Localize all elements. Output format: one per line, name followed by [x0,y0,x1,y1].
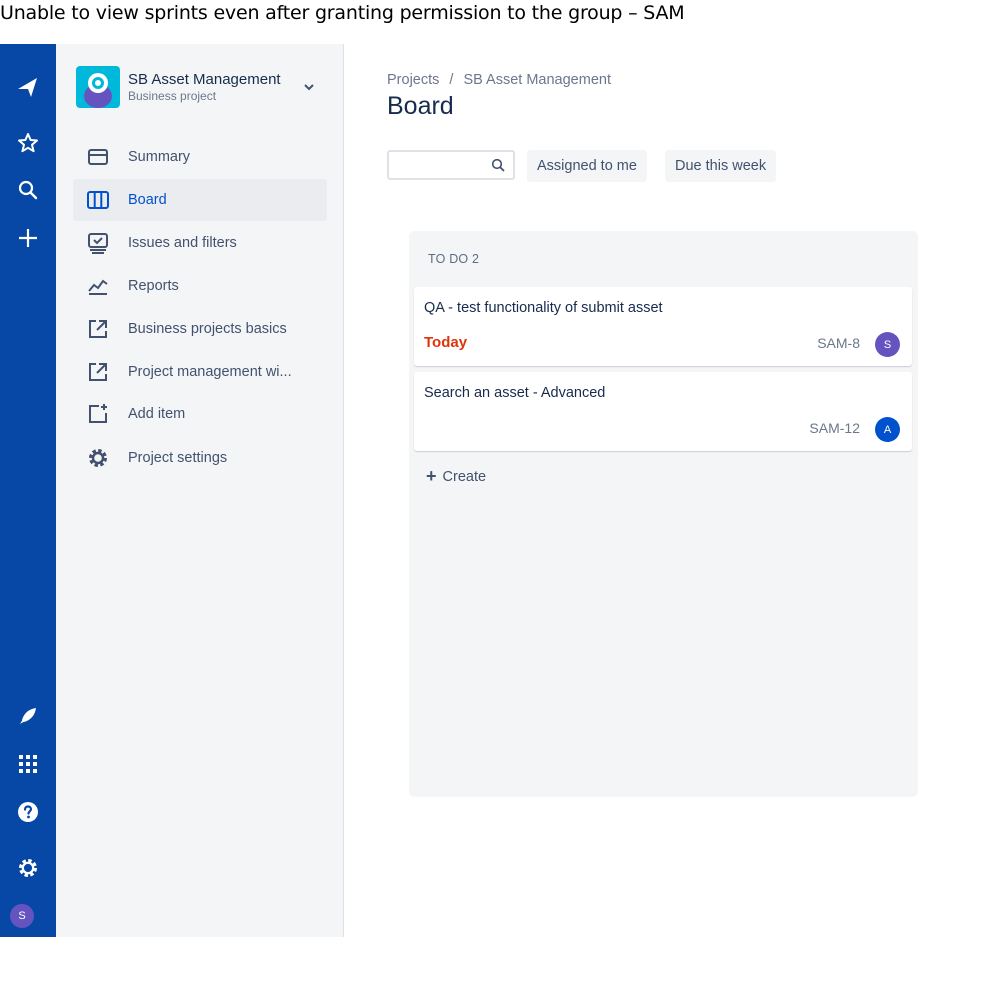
sidebar-item-business-projects-basics[interactable]: Business projects basics [73,308,327,350]
project-header[interactable]: SB Asset Management Business project [76,66,281,108]
project-name: SB Asset Management [128,71,281,88]
create-issue-button[interactable]: + Create [426,466,486,487]
user-avatar[interactable]: S [10,904,34,928]
sidebar-item-label: Project settings [128,450,228,466]
breadcrumb-projects-link[interactable]: Projects [387,72,439,88]
create-label: Create [442,468,487,485]
sidebar-item-label: Project management wi... [128,364,292,380]
external-link-icon [89,363,107,381]
external-link-icon [89,320,107,338]
page-title: Board [387,92,454,120]
app-switcher-icon[interactable] [8,744,48,784]
sidebar-item-project-settings[interactable]: Project settings [73,437,327,479]
board-column-todo: TO DO 2 QA - test functionality of submi… [409,231,918,797]
sidebar-item-board[interactable]: Board [73,179,327,221]
help-icon[interactable] [8,792,48,832]
rocket-icon[interactable] [8,696,48,736]
card-title: QA - test functionality of submit asset [424,300,663,316]
sidebar-item-label: Business projects basics [128,321,287,337]
project-avatar-icon [76,66,120,108]
search-icon [491,158,505,172]
issues-icon [88,233,108,254]
issue-card[interactable]: QA - test functionality of submit asset … [414,287,912,366]
assignee-avatar[interactable]: S [875,332,900,357]
sidebar-item-project-management[interactable]: Project management wi... [73,351,327,393]
gear-icon [89,449,107,467]
reports-icon [88,279,108,295]
breadcrumb-project-link[interactable]: SB Asset Management [463,72,611,88]
sidebar-item-add-item[interactable]: Add item [73,393,327,435]
sidebar-item-label: Summary [128,149,191,165]
column-header: TO DO 2 [428,252,480,266]
chevron-down-icon[interactable] [302,80,316,94]
add-item-icon [89,404,107,423]
assignee-avatar[interactable]: A [875,417,900,442]
summary-icon [88,149,108,165]
jira-logo-icon[interactable] [8,68,48,108]
issue-key: SAM-12 [809,420,860,436]
board-search [387,150,515,180]
sidebar-item-label: Add item [128,406,186,422]
sidebar-item-reports[interactable]: Reports [73,265,327,307]
plus-icon[interactable] [8,218,48,258]
assigned-to-me-filter[interactable]: Assigned to me [527,150,647,182]
card-title: Search an asset - Advanced [424,385,606,401]
search-input[interactable] [395,152,491,178]
main-content: Projects / SB Asset Management Board Ass… [344,44,989,937]
due-this-week-filter[interactable]: Due this week [665,150,777,182]
project-type: Business project [128,89,217,103]
breadcrumb: Projects / SB Asset Management [387,72,617,88]
sidebar-item-label: Issues and filters [128,235,237,251]
settings-gear-icon[interactable] [8,848,48,888]
board-icon [87,191,109,209]
plus-icon: + [426,466,437,486]
sidebar-item-label: Board [128,192,167,208]
issue-card[interactable]: Search an asset - Advanced SAM-12 A [414,372,912,451]
sidebar-item-issues-and-filters[interactable]: Issues and filters [73,222,327,264]
due-date-badge: Today [424,334,468,351]
breadcrumb-separator: / [449,72,454,88]
project-sidebar: SB Asset Management Business project Sum… [56,44,344,937]
caption-text: Unable to view sprints even after granti… [0,2,685,24]
star-icon[interactable] [8,123,48,163]
search-icon[interactable] [8,170,48,210]
global-nav: S [0,44,56,937]
sidebar-item-summary[interactable]: Summary [73,136,327,178]
sidebar-item-label: Reports [128,278,179,294]
issue-key: SAM-8 [817,335,860,351]
